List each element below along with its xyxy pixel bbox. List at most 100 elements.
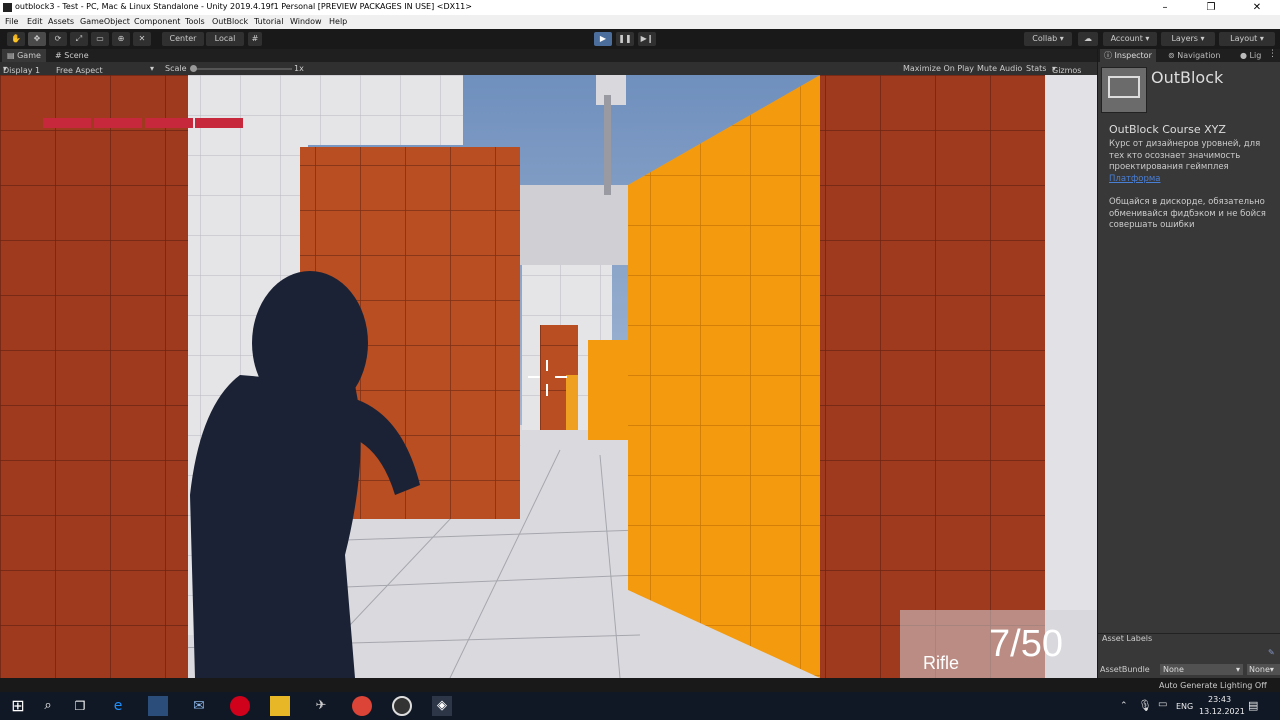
game-view-bar: Display 1 ▾ Free Aspect ▾ Scale 1x Maximi… <box>0 62 1097 75</box>
tab-scene[interactable]: # Scene <box>50 49 94 62</box>
assetbundle-variant-dropdown[interactable]: None▾ <box>1247 664 1280 675</box>
scene-tab-icon: # <box>55 51 62 60</box>
stats-toggle[interactable]: Stats <box>1026 64 1046 73</box>
menu-component[interactable]: Component <box>134 17 180 26</box>
cloud-icon[interactable]: ☁ <box>1078 32 1098 46</box>
assetbundle-variant: None <box>1249 665 1270 674</box>
tab-navigation-label: Navigation <box>1177 51 1221 60</box>
mail-icon[interactable]: ✉ <box>189 696 209 716</box>
assetbundle-label: AssetBundle <box>1100 665 1150 674</box>
status-bar: Auto Generate Lighting Off <box>0 678 1280 692</box>
language-indicator[interactable]: ENG <box>1176 702 1193 711</box>
scale-slider-handle[interactable] <box>190 65 197 72</box>
menu-file[interactable]: File <box>5 17 18 26</box>
gizmos-dropdown[interactable]: Gizmos ▾ <box>1052 64 1081 75</box>
health-segment <box>145 118 193 128</box>
layout-dropdown[interactable]: Layout ▾ <box>1219 32 1275 46</box>
store-icon[interactable] <box>148 696 168 716</box>
account-dropdown[interactable]: Account ▾ <box>1103 32 1157 46</box>
platform-link[interactable]: Платформа <box>1109 174 1160 184</box>
menu-tutorial[interactable]: Tutorial <box>254 17 283 26</box>
step-button[interactable]: ▶❙ <box>638 32 656 46</box>
task-view-icon[interactable]: ❐ <box>70 696 90 716</box>
rotate-tool-icon[interactable]: ⟳ <box>49 32 67 46</box>
layers-dropdown[interactable]: Layers ▾ <box>1161 32 1215 46</box>
menu-window[interactable]: Window <box>290 17 322 26</box>
collab-button[interactable]: Collab ▾ <box>1024 32 1072 46</box>
windows-taskbar: ⊞ ⌕ ❐ e ✉ ✈ ◈ ⌃ 🎙 ▭ ENG 23:43 13.12.2021… <box>0 692 1280 720</box>
notification-icon[interactable]: ▤ <box>1248 699 1258 712</box>
microphone-icon[interactable]: 🎙 <box>1138 699 1152 712</box>
play-button[interactable]: ▶ <box>594 32 612 46</box>
menu-edit[interactable]: Edit <box>27 17 43 26</box>
obs-icon[interactable] <box>392 696 412 716</box>
minimize-button[interactable]: – <box>1142 0 1188 15</box>
tray-chevron-icon[interactable]: ⌃ <box>1120 701 1128 711</box>
menu-help[interactable]: Help <box>329 17 347 26</box>
scale-tool-icon[interactable]: ⤢ <box>70 32 88 46</box>
rect-tool-icon[interactable]: ▭ <box>91 32 109 46</box>
opera-icon[interactable] <box>230 696 250 716</box>
transform-tool-icon[interactable]: ⊕ <box>112 32 130 46</box>
tab-navigation[interactable]: ⊚ Navigation <box>1164 49 1224 62</box>
menu-gameobject[interactable]: GameObject <box>80 17 130 26</box>
pause-button[interactable]: ❚❚ <box>616 32 634 46</box>
windows-start-icon[interactable]: ⊞ <box>8 696 28 716</box>
maximize-on-play-toggle[interactable]: Maximize On Play <box>903 64 974 73</box>
game-scene-render <box>0 75 1097 678</box>
compass-icon: ⊚ <box>1168 51 1175 60</box>
pivot-local-label: Local <box>214 34 236 43</box>
game-viewport[interactable]: Rifle 7/50 <box>0 75 1097 678</box>
tag-icon[interactable]: ✎ <box>1268 648 1275 657</box>
scale-slider-track[interactable] <box>192 68 292 70</box>
custom-tool-icon[interactable]: ✕ <box>133 32 151 46</box>
course-description: Курс от дизайнеров уровней, для тех кто … <box>1109 139 1261 172</box>
tab-lighting[interactable]: ● Lig <box>1236 49 1265 62</box>
menu-bar: File Edit Assets GameObject Component To… <box>0 15 1280 29</box>
window-title: outblock3 - Test - PC, Mac & Linux Stand… <box>15 2 472 11</box>
hand-tool-icon[interactable]: ✋ <box>7 32 25 46</box>
aspect-label: Free Aspect <box>56 66 103 75</box>
health-segment <box>43 118 91 128</box>
search-icon[interactable]: ⌕ <box>38 696 58 716</box>
unity-app-icon <box>3 3 12 12</box>
chrome-icon[interactable] <box>352 696 372 716</box>
course-title: OutBlock Course XYZ <box>1109 123 1226 136</box>
app-icon[interactable]: ✈ <box>311 696 331 716</box>
weapon-name: Rifle <box>923 653 960 673</box>
main-toolbar: ✋ ✥ ⟳ ⤢ ▭ ⊕ ✕ Center Local # ▶ ❚❚ ▶❙ Col… <box>0 29 1280 49</box>
asset-preview-thumbnail <box>1101 67 1147 113</box>
menu-outblock[interactable]: OutBlock <box>212 17 248 26</box>
assetbundle-dropdown[interactable]: None ▾ <box>1160 664 1243 675</box>
tab-lighting-label: Lig <box>1249 51 1262 60</box>
game-tab-icon: ▤ <box>7 51 15 60</box>
discord-description: Общайся в дискорде, обязательно обменива… <box>1109 197 1266 230</box>
light-icon: ● <box>1240 51 1247 60</box>
health-segment <box>195 118 243 128</box>
inspector-panel: ⓘ Inspector ⊚ Navigation ● Lig ⋮ OutBloc… <box>1097 49 1280 678</box>
move-tool-icon[interactable]: ✥ <box>28 32 46 46</box>
assetbundle-value: None <box>1163 665 1184 674</box>
clock-date: 13.12.2021 <box>1199 707 1245 716</box>
display-dropdown[interactable]: Display 1 ▾ <box>3 64 40 75</box>
edge-icon[interactable]: e <box>108 696 128 716</box>
ammo-counter: 7/50 <box>989 623 1063 665</box>
scale-value: 1x <box>294 64 304 73</box>
more-options-icon[interactable]: ⋮ <box>1268 49 1277 59</box>
pivot-center-label: Center <box>169 34 197 43</box>
tab-inspector[interactable]: ⓘ Inspector <box>1100 49 1156 62</box>
pivot-center-button[interactable]: Center <box>162 32 204 46</box>
tab-game[interactable]: ▤ Game <box>2 49 46 62</box>
layers-label: Layers <box>1171 34 1198 43</box>
window-title-bar: outblock3 - Test - PC, Mac & Linux Stand… <box>0 0 1280 15</box>
menu-tools[interactable]: Tools <box>185 17 205 26</box>
grid-snap-icon[interactable]: # <box>248 32 262 46</box>
close-button[interactable]: ✕ <box>1234 0 1280 15</box>
maximize-button[interactable]: ❐ <box>1188 0 1234 15</box>
pivot-local-button[interactable]: Local <box>206 32 244 46</box>
menu-assets[interactable]: Assets <box>48 17 74 26</box>
network-icon[interactable]: ▭ <box>1158 699 1167 710</box>
file-explorer-icon[interactable] <box>270 696 290 716</box>
unity-taskbar-icon[interactable]: ◈ <box>432 696 452 716</box>
mute-audio-toggle[interactable]: Mute Audio <box>977 64 1022 73</box>
